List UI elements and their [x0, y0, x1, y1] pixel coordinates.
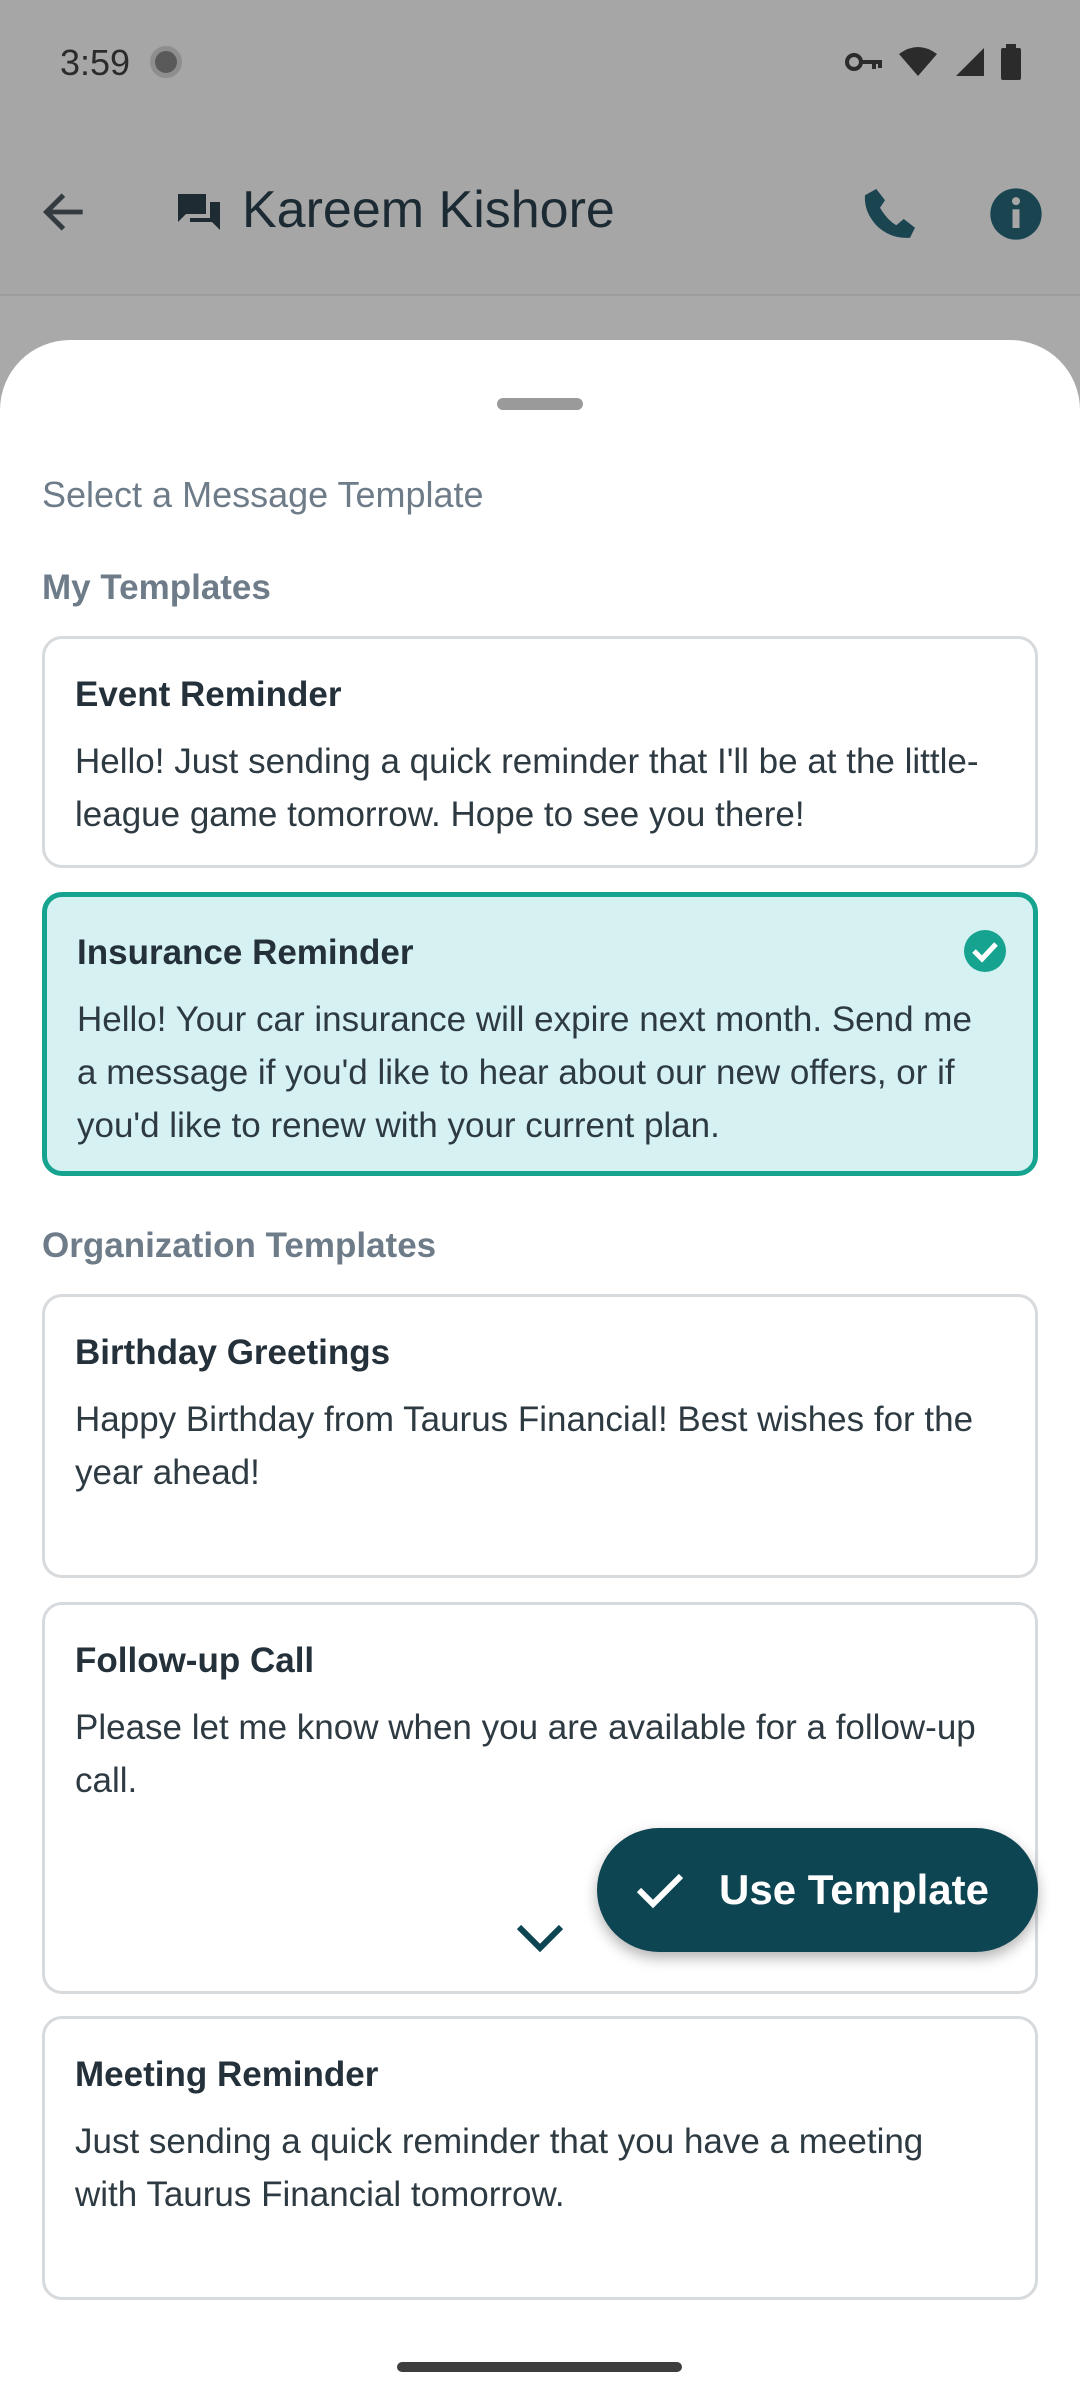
status-time: 3:59	[60, 42, 131, 83]
check-circle-icon	[963, 929, 1007, 978]
template-title: Meeting Reminder	[75, 2055, 379, 2094]
chat-icon	[176, 192, 222, 237]
template-title: Insurance Reminder	[77, 933, 414, 972]
battery-icon	[1001, 44, 1021, 80]
template-body: Happy Birthday from Taurus Financial! Be…	[75, 1400, 974, 1492]
status-icons	[844, 44, 1022, 80]
template-body: Just sending a quick reminder that you h…	[75, 2122, 924, 2214]
chevron-down-icon[interactable]	[515, 1921, 565, 1960]
sheet-title: Select a Message Template	[42, 474, 484, 515]
app-bar: Kareem Kishore	[0, 130, 1080, 296]
template-body: Hello! Your car insurance will expire ne…	[77, 1000, 972, 1145]
organization-templates-label: Organization Templates	[42, 1226, 437, 1265]
signal-icon	[956, 48, 984, 76]
template-title: Birthday Greetings	[75, 1333, 391, 1372]
contact-name: Kareem Kishore	[242, 181, 615, 239]
template-card-insurance-reminder[interactable]: Insurance Reminder Hello! Your car insur…	[42, 892, 1038, 1176]
template-card-event-reminder[interactable]: Event Reminder Hello! Just sending a qui…	[42, 636, 1038, 868]
drag-handle[interactable]	[497, 398, 583, 410]
back-arrow-icon[interactable]	[36, 184, 92, 245]
info-icon[interactable]	[988, 186, 1044, 247]
phone-icon[interactable]	[860, 184, 920, 249]
checkmark-icon	[636, 1873, 684, 1909]
key-icon	[845, 53, 882, 71]
wifi-icon	[899, 47, 937, 76]
template-title: Follow-up Call	[75, 1641, 315, 1680]
template-title: Event Reminder	[75, 675, 342, 714]
template-bottom-sheet: Select a Message Template My Templates E…	[0, 340, 1080, 2400]
template-body: Hello! Just sending a quick reminder tha…	[75, 742, 979, 834]
notification-dot-icon	[150, 46, 182, 78]
template-card-birthday-greetings[interactable]: Birthday Greetings Happy Birthday from T…	[42, 1294, 1038, 1578]
template-card-meeting-reminder[interactable]: Meeting Reminder Just sending a quick re…	[42, 2016, 1038, 2300]
use-template-button[interactable]: Use Template	[597, 1828, 1038, 1952]
use-template-label: Use Template	[719, 1866, 989, 1913]
home-indicator[interactable]	[397, 2362, 682, 2372]
template-body: Please let me know when you are availabl…	[75, 1708, 976, 1800]
status-bar: 3:59	[0, 0, 1080, 130]
my-templates-label: My Templates	[42, 568, 271, 607]
